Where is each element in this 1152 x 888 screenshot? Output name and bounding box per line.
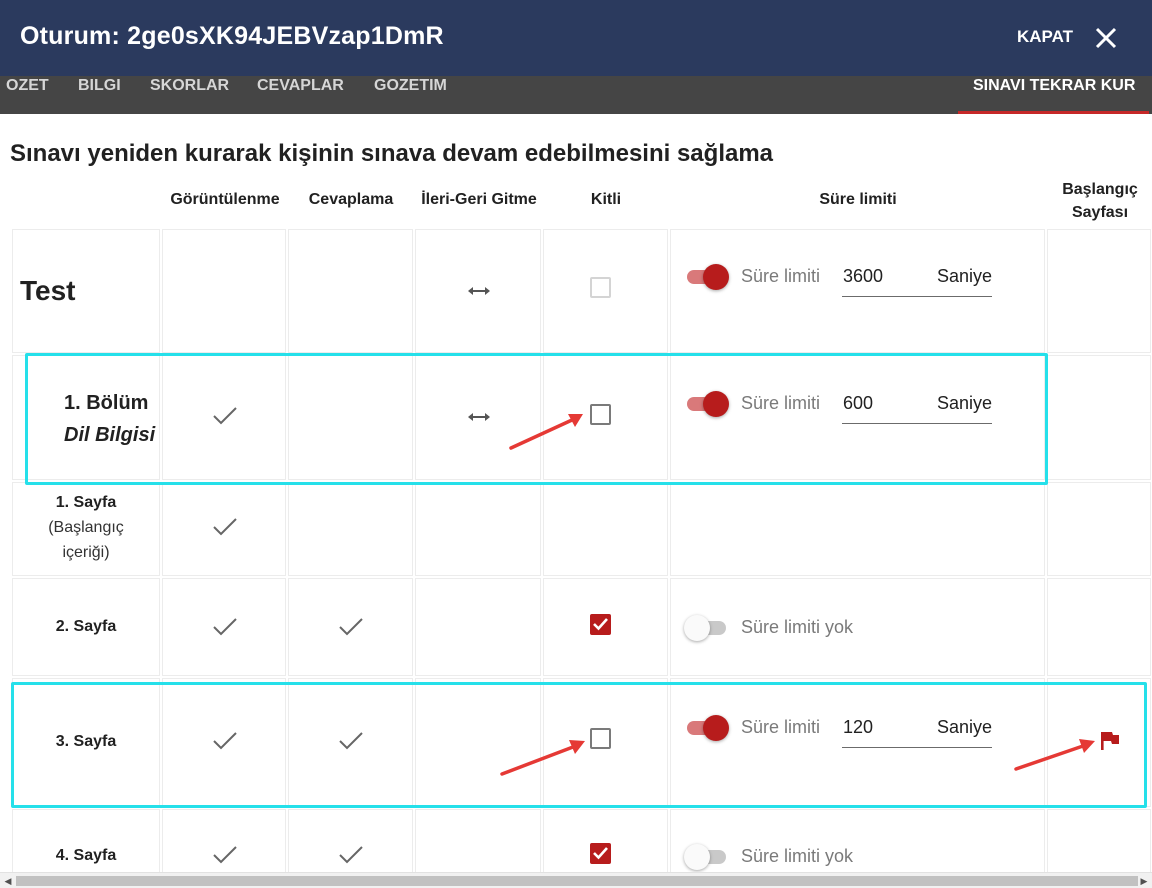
time-limit-toggle[interactable] [685,264,729,290]
navigation-cell [415,482,541,576]
check-icon [339,846,363,864]
time-limit-label: Süre limiti yok [741,617,854,637]
row-title: Test [20,275,76,306]
dialog-title: Oturum: 2ge0sXK94JEBVzap1DmR [20,22,444,50]
annotation-arrow-icon [509,414,583,450]
answering-cell [288,482,413,576]
scroll-left-icon[interactable]: ◀ [0,873,16,888]
page-subtitle-line: (Başlangıç [48,519,124,536]
tab-skorlar[interactable]: SKORLAR [150,76,229,114]
annotation-arrow-icon [1014,739,1095,771]
row-title: 2. Sayfa [55,618,117,635]
scrollbar-thumb[interactable] [16,876,1138,886]
annotation-arrow-icon [500,740,585,776]
active-tab-indicator [958,111,1149,114]
checkbox-check-icon [593,618,608,631]
check-icon [213,518,237,536]
time-limit-input[interactable]: 3600 Saniye [842,263,992,297]
locked-cell [543,482,668,576]
locked-checkbox[interactable] [590,843,611,864]
page-subtitle-line: içeriği) [62,544,110,561]
time-limit-value: 3600 [843,266,884,286]
viewing-cell [162,229,286,353]
time-limit-toggle[interactable] [684,844,728,870]
page-heading: Sınavı yeniden kurarak kişinin sınava de… [10,140,774,167]
tab-ozet[interactable]: OZET [6,76,49,114]
check-icon [213,618,237,636]
dialog-header: Oturum: 2ge0sXK94JEBVzap1DmR KAPAT [0,0,1152,76]
tab-bilgi[interactable]: BILGI [78,76,121,114]
tab-sinavi-tekrar-kur[interactable]: SINAVI TEKRAR KUR [973,76,1135,114]
time-limit-unit: Saniye [936,266,992,286]
row-title: 4. Sayfa [55,847,117,864]
time-limit-label: Süre limiti [741,266,821,286]
navigation-cell [415,578,541,676]
time-limit-label: Süre limiti yok [741,846,854,866]
column-header-viewing: Görüntülenme [170,191,280,208]
tab-cevaplar[interactable]: CEVAPLAR [257,76,344,114]
start-page-cell [1047,482,1151,576]
locked-checkbox[interactable] [590,614,611,635]
check-icon [339,618,363,636]
checkbox-check-icon [593,847,608,860]
column-header-start-page: Başlangıç Sayfası [1062,181,1138,221]
start-page-cell [1047,229,1151,353]
start-page-cell [1047,355,1151,480]
close-button[interactable]: KAPAT [1017,27,1073,47]
start-page-cell [1047,578,1151,676]
tab-bar: OZET BILGI SKORLAR CEVAPLAR GOZETIM SINA… [0,76,1152,114]
check-icon [213,846,237,864]
column-header-locked: Kitli [590,191,622,208]
column-header-time-limit: Süre limiti [819,191,897,208]
left-right-arrow-icon [468,287,490,295]
tab-gozetim[interactable]: GOZETIM [374,76,447,114]
horizontal-scrollbar[interactable]: ◀ ▶ [0,872,1152,888]
time-limit-toggle[interactable] [684,615,728,641]
close-icon[interactable] [1092,24,1120,52]
answering-cell [288,229,413,353]
time-limit-cell [670,482,1045,576]
column-header-navigation: İleri-Geri Gitme [421,191,537,208]
locked-checkbox [590,277,611,298]
column-header-answering: Cevaplama [308,191,394,208]
row-title: 1. Sayfa [55,494,117,511]
scroll-right-icon[interactable]: ▶ [1136,873,1152,888]
